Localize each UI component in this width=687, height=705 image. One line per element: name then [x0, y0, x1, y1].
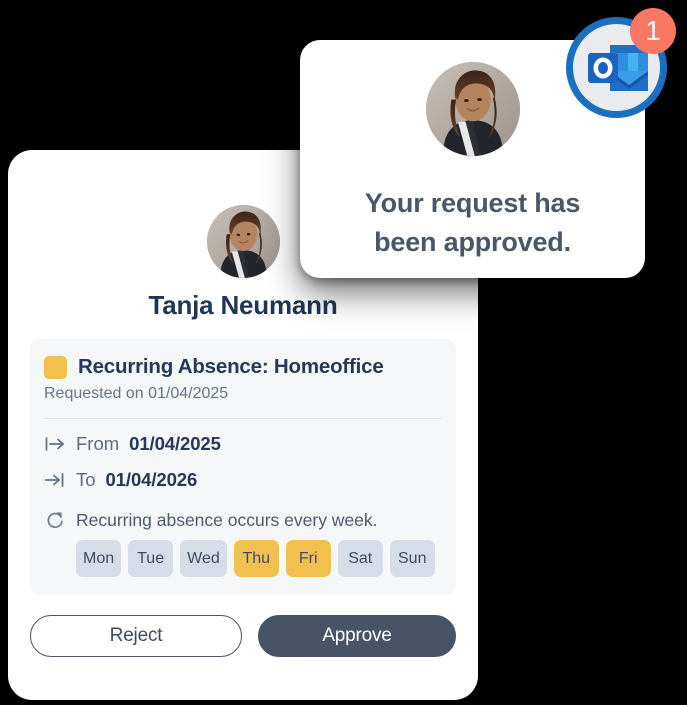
- from-value: 01/04/2025: [129, 433, 221, 454]
- from-label: From: [76, 433, 120, 454]
- arrow-from-icon: [44, 433, 66, 455]
- recurrence-row: Recurring absence occurs every week.: [44, 509, 442, 531]
- notification-message-line-1: Your request has: [364, 188, 581, 218]
- notification-message-line-2: been approved.: [374, 227, 571, 258]
- avatar-portrait: [206, 205, 280, 278]
- employee-name: Tanja Neumann: [148, 290, 338, 320]
- avatar: [206, 205, 280, 278]
- recurrence-text: Recurring absence occurs every week.: [76, 509, 378, 530]
- day-chip-mon[interactable]: Mon: [76, 540, 122, 577]
- outlook-app-icon-wrapper[interactable]: 1: [566, 8, 676, 118]
- absence-type-color-swatch: [44, 355, 67, 379]
- notification-avatar: [425, 62, 520, 156]
- notification-avatar-portrait: [425, 62, 520, 156]
- day-chip-thu[interactable]: Thu: [233, 540, 279, 577]
- notification-message: Your request has been approved.: [300, 184, 645, 263]
- arrow-to-icon: [44, 469, 66, 491]
- day-chip-fri[interactable]: Fri: [285, 540, 331, 577]
- screenshot-stage: Tanja Neumann Recurring Absence: Homeoff…: [0, 0, 687, 705]
- absence-detail-panel: Recurring Absence: Homeoffice Requested …: [30, 339, 456, 595]
- day-chip-tue[interactable]: Tue: [128, 540, 174, 577]
- to-value: 01/04/2026: [105, 469, 198, 490]
- panel-divider: [44, 418, 442, 419]
- weekday-chips: Mon Tue Wed Thu Fri Sat Sun: [44, 540, 442, 577]
- absence-title: Recurring Absence: Homeoffice: [78, 355, 384, 378]
- refresh-icon: [44, 509, 66, 531]
- action-buttons: Reject Approve: [30, 615, 456, 657]
- requested-on-text: Requested on 01/04/2025: [44, 385, 229, 402]
- to-label: To: [76, 469, 96, 490]
- day-chip-sun[interactable]: Sun: [389, 540, 435, 577]
- absence-title-row: Recurring Absence: Homeoffice: [44, 355, 442, 379]
- to-date-row: To 01/04/2026: [44, 469, 442, 491]
- reject-button[interactable]: Reject: [30, 615, 242, 657]
- unread-count-badge: 1: [630, 8, 676, 54]
- day-chip-wed[interactable]: Wed: [180, 540, 227, 577]
- approve-button[interactable]: Approve: [258, 615, 456, 657]
- from-date-row: From 01/04/2025: [44, 433, 442, 455]
- day-chip-sat[interactable]: Sat: [337, 540, 383, 577]
